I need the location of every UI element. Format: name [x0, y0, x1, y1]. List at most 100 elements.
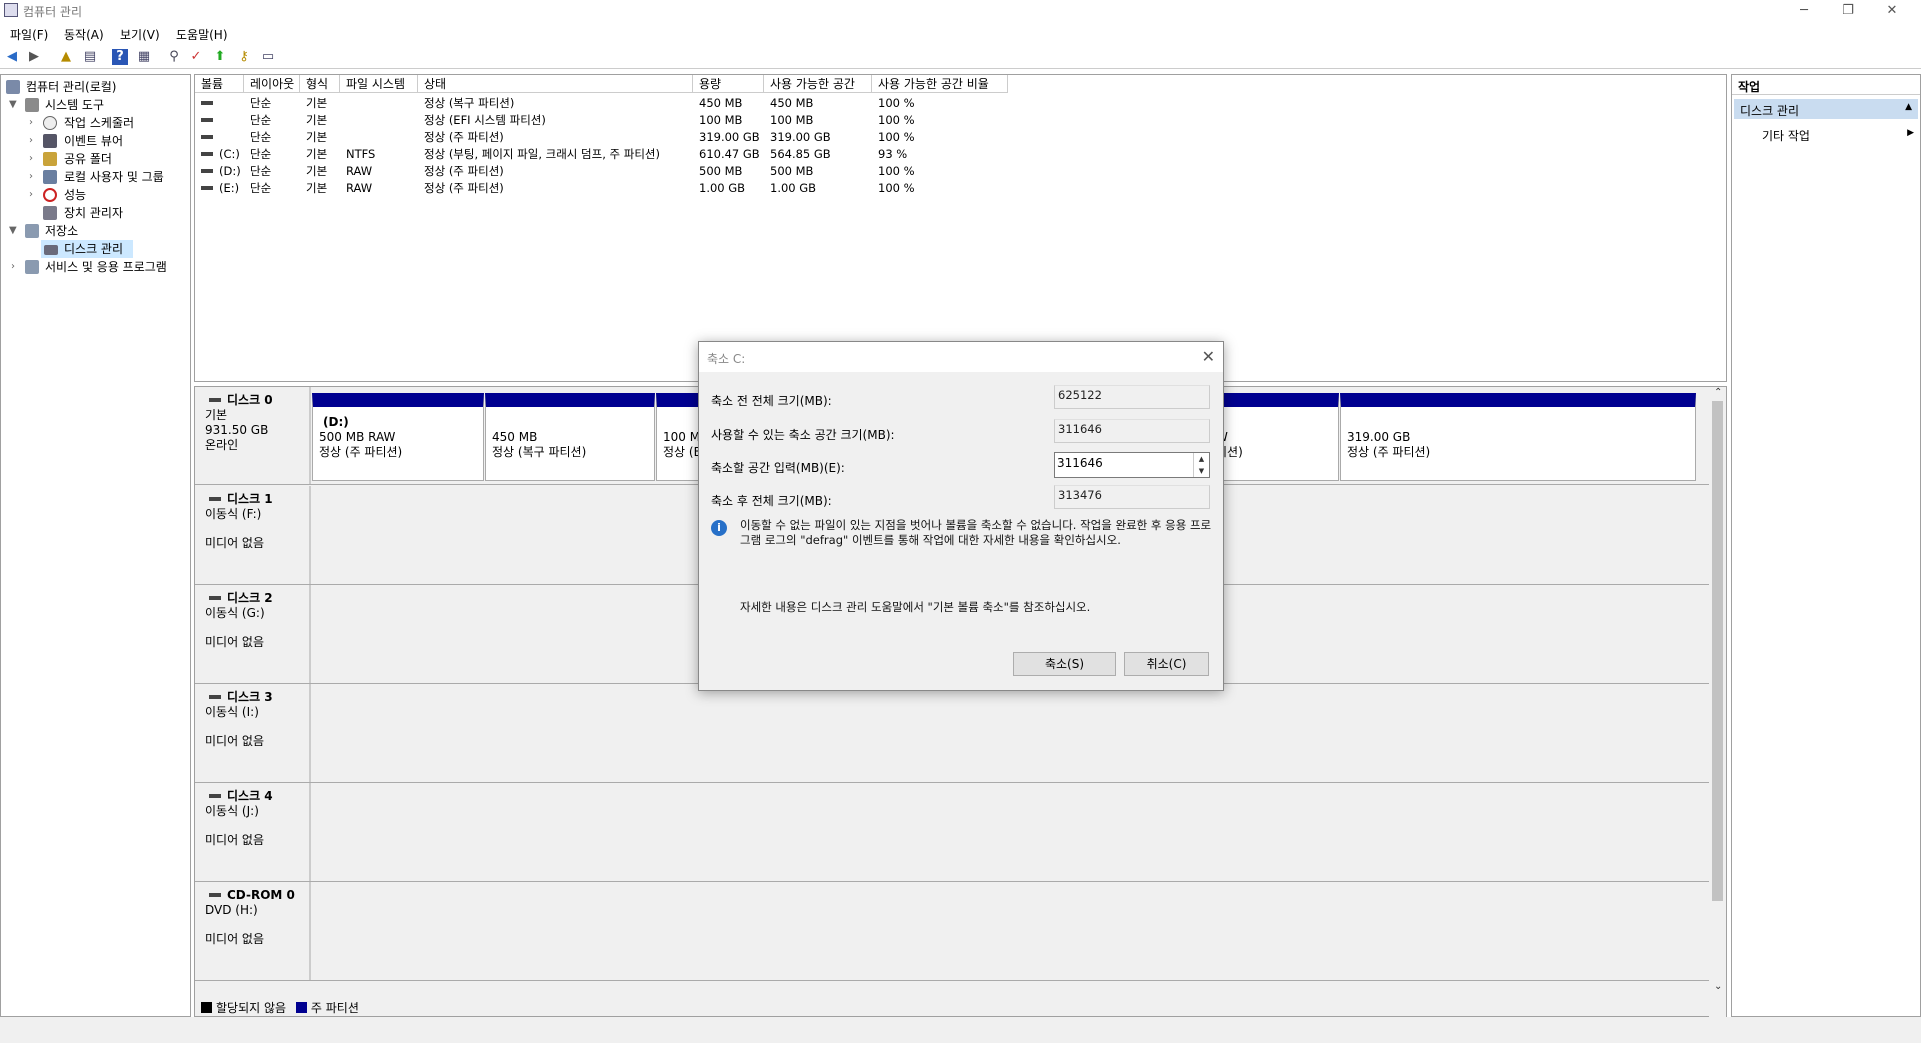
disk-0-info[interactable]: 디스크 0 기본 931.50 GB 온라인 — [195, 387, 311, 484]
up-folder-icon[interactable]: ▲ — [58, 49, 74, 65]
table-row[interactable]: 단순 기본 정상 (복구 파티션) 450 MB 450 MB 100 % — [195, 95, 1195, 112]
settings-icon[interactable]: ▭ — [260, 49, 276, 65]
column-header-layout[interactable]: 레이아웃 — [244, 75, 300, 93]
collapse-icon[interactable]: › — [29, 171, 33, 182]
cdrom-0-type: DVD (H:) — [205, 903, 258, 917]
column-header-type[interactable]: 형식 — [300, 75, 340, 93]
tree-services[interactable]: 서비스 및 응용 프로그램 — [45, 258, 167, 276]
cdrom-0-info[interactable]: CD-ROM 0 DVD (H:) 미디어 없음 — [195, 882, 311, 980]
back-icon[interactable]: ◀ — [4, 49, 20, 65]
collapse-icon[interactable]: › — [29, 153, 33, 164]
info-icon: i — [711, 520, 727, 536]
partition-primary-status: 정상 (주 파티션) — [1347, 445, 1431, 459]
restore-button[interactable]: ❐ — [1826, 0, 1870, 22]
cell-filesystem: RAW — [346, 164, 373, 178]
help-icon[interactable]: ? — [112, 49, 128, 65]
disk-2-info[interactable]: 디스크 2 이동식 (G:) 미디어 없음 — [195, 585, 311, 683]
tree-root[interactable]: 컴퓨터 관리(로컬) — [26, 78, 116, 96]
table-row[interactable]: 단순 기본 정상 (주 파티션) 319.00 GB 319.00 GB 100 % — [195, 129, 1195, 146]
column-header-volume[interactable]: 볼륨 — [195, 75, 244, 93]
cell-status: 정상 (주 파티션) — [424, 130, 504, 144]
spin-up-icon[interactable]: ▲ — [1193, 453, 1209, 465]
column-header-free-space[interactable]: 사용 가능한 공간 — [764, 75, 872, 93]
cell-layout: 단순 — [250, 130, 272, 144]
disk-3-name: 디스크 3 — [205, 690, 309, 705]
partition-e-status: 티션) — [1216, 445, 1243, 459]
disk-view-scrollbar[interactable]: ⌃ ⌄ — [1709, 387, 1726, 1018]
expand-icon[interactable]: ▼ — [9, 225, 17, 236]
partition-recovery[interactable]: 450 MB 정상 (복구 파티션) — [485, 393, 655, 481]
disk-3-type: 이동식 (I:) — [205, 705, 259, 719]
partition-primary[interactable]: 319.00 GB 정상 (주 파티션) — [1340, 393, 1696, 481]
column-header-capacity[interactable]: 용량 — [693, 75, 764, 93]
check-icon[interactable]: ✓ — [188, 49, 204, 65]
menu-file[interactable]: 파일(F) — [10, 26, 48, 43]
cell-capacity: 319.00 GB — [699, 130, 760, 144]
dialog-close-icon[interactable]: ✕ — [1202, 347, 1215, 366]
column-header-filesystem[interactable]: 파일 시스템 — [340, 75, 418, 93]
tree-storage[interactable]: 저장소 — [45, 222, 78, 240]
collapse-icon[interactable]: › — [29, 189, 33, 200]
search-folder-icon[interactable]: ⚷ — [236, 49, 252, 65]
cell-free-space: 500 MB — [770, 164, 814, 178]
collapse-icon[interactable]: › — [11, 261, 15, 272]
disk-3-info[interactable]: 디스크 3 이동식 (I:) 미디어 없음 — [195, 684, 311, 782]
cell-status: 정상 (주 파티션) — [424, 164, 504, 178]
connect-icon[interactable]: ⚲ — [166, 49, 182, 65]
table-row[interactable]: (E:) 단순 기본 RAW 정상 (주 파티션) 1.00 GB 1.00 GB 100 % — [195, 180, 1195, 197]
collapse-up-icon[interactable]: ▲ — [1905, 102, 1912, 112]
collapse-icon[interactable]: › — [29, 117, 33, 128]
scroll-down-icon[interactable]: ⌄ — [1714, 981, 1722, 992]
help-message: 자세한 내용은 디스크 관리 도움말에서 "기본 볼륨 축소"를 참조하십시오. — [740, 600, 1091, 614]
cdrom-0-name: CD-ROM 0 — [205, 888, 309, 903]
disk-1-info[interactable]: 디스크 1 이동식 (F:) 미디어 없음 — [195, 486, 311, 584]
column-header-percent-free[interactable]: 사용 가능한 공간 비율 — [872, 75, 1008, 93]
forward-icon[interactable]: ▶ — [26, 49, 42, 65]
actions-more[interactable]: 기타 작업 ▶ — [1762, 127, 1918, 144]
column-header-status[interactable]: 상태 — [418, 75, 693, 93]
disk-3-row: 디스크 3 이동식 (I:) 미디어 없음 — [195, 684, 1710, 783]
table-row[interactable]: (C:) 단순 기본 NTFS 정상 (부팅, 페이지 파일, 크래시 덤프, 주 파티… — [195, 146, 1195, 163]
cancel-button[interactable]: 취소(C) — [1124, 652, 1209, 676]
tree-local-users[interactable]: 로컬 사용자 및 그룹 — [64, 168, 164, 186]
scrollbar-thumb[interactable] — [1712, 401, 1723, 901]
scroll-up-icon[interactable]: ⌃ — [1714, 387, 1722, 398]
tree-device-manager[interactable]: 장치 관리자 — [64, 204, 123, 222]
collapse-icon[interactable]: › — [29, 135, 33, 146]
tree-event-viewer[interactable]: 이벤트 뷰어 — [64, 132, 123, 150]
tree-disk-management[interactable]: 디스크 관리 — [64, 240, 123, 258]
disk-4-type: 이동식 (J:) — [205, 804, 259, 818]
partition-d[interactable]: (D:) 500 MB RAW 정상 (주 파티션) — [312, 393, 484, 481]
disk-2-type: 이동식 (G:) — [205, 606, 265, 620]
menu-view[interactable]: 보기(V) — [120, 26, 160, 43]
properties-icon[interactable]: ▦ — [136, 49, 152, 65]
shrink-amount-stepper[interactable]: ▲ ▼ — [1054, 452, 1210, 478]
cell-free-space: 319.00 GB — [770, 130, 831, 144]
tree-system-tools[interactable]: 시스템 도구 — [45, 96, 104, 114]
actions-section[interactable]: 디스크 관리 ▲ — [1734, 99, 1918, 119]
table-row[interactable]: (D:) 단순 기본 RAW 정상 (주 파티션) 500 MB 500 MB 100 % — [195, 163, 1195, 180]
shrink-amount-input[interactable] — [1057, 456, 1192, 470]
menu-action[interactable]: 동작(A) — [64, 26, 104, 43]
console-tree: 컴퓨터 관리(로컬) ▼ 시스템 도구 › 작업 스케줄러 › 이벤트 뷰어 ›… — [0, 74, 191, 1017]
partition-e[interactable]: W 티션) — [1215, 393, 1339, 481]
storage-icon — [25, 224, 39, 238]
spin-down-icon[interactable]: ▼ — [1193, 465, 1209, 477]
cell-layout: 단순 — [250, 147, 272, 161]
table-row[interactable]: 단순 기본 정상 (EFI 시스템 파티션) 100 MB 100 MB 100 % — [195, 112, 1195, 129]
tree-performance[interactable]: 성능 — [64, 186, 86, 204]
minimize-button[interactable]: ─ — [1782, 0, 1826, 22]
menu-help[interactable]: 도움말(H) — [176, 26, 228, 43]
status-bar — [0, 1017, 1921, 1043]
legend-unallocated: 할당되지 않음 — [216, 1001, 287, 1015]
shrink-button[interactable]: 축소(S) — [1013, 652, 1116, 676]
close-window-button[interactable]: ✕ — [1870, 0, 1914, 22]
cell-status: 정상 (EFI 시스템 파티션) — [424, 113, 546, 127]
show-hide-tree-icon[interactable]: ▤ — [82, 49, 98, 65]
disk-1-name: 디스크 1 — [205, 492, 309, 507]
expand-icon[interactable]: ▼ — [9, 99, 17, 110]
disk-4-info[interactable]: 디스크 4 이동식 (J:) 미디어 없음 — [195, 783, 311, 881]
tree-shared-folders[interactable]: 공유 폴더 — [64, 150, 112, 168]
up-arrow-icon[interactable]: ⬆ — [212, 49, 228, 65]
tree-task-scheduler[interactable]: 작업 스케줄러 — [64, 114, 134, 132]
